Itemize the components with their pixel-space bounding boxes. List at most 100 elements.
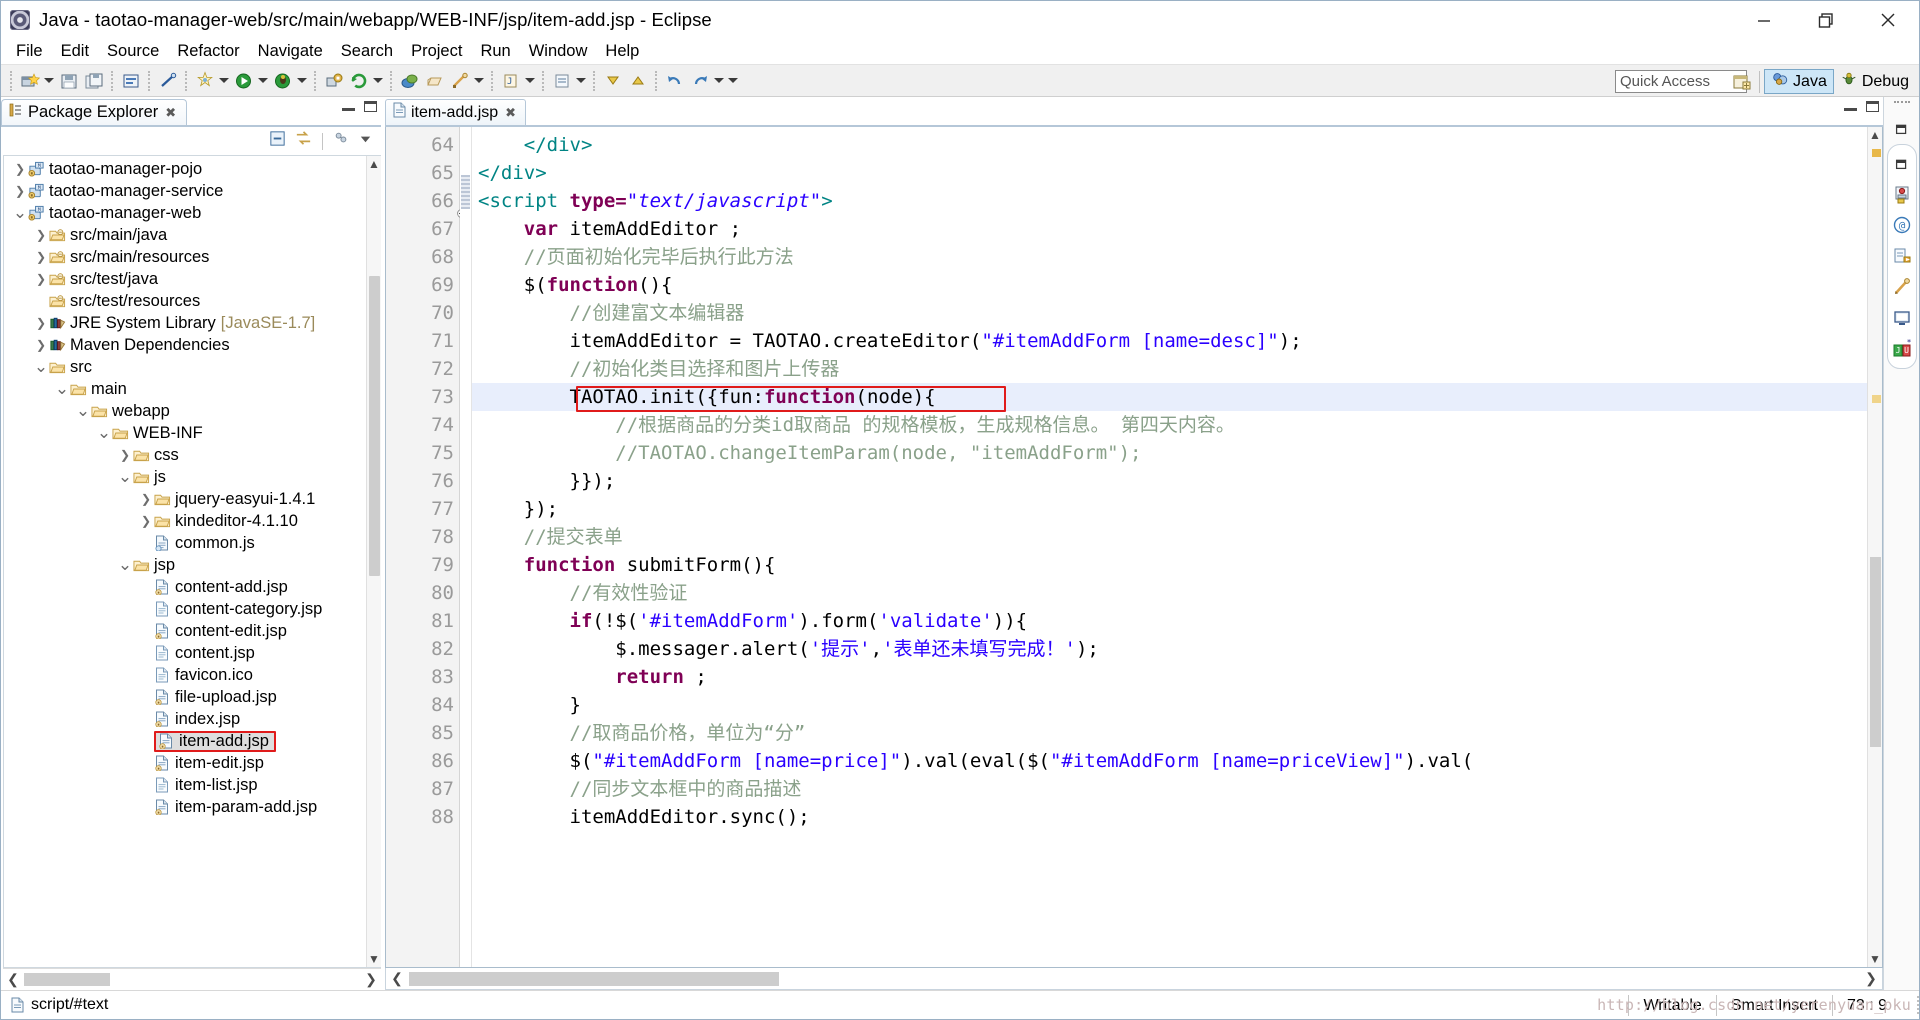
save-icon[interactable] <box>57 69 80 92</box>
code-line-current[interactable]: TAOTAO.init({fun:function(node){ <box>472 383 1867 411</box>
tree-hscroll-thumb[interactable] <box>24 973 110 986</box>
code-line[interactable]: </div> <box>472 159 1867 187</box>
maximize-view-icon[interactable] <box>364 101 377 112</box>
editor-horizontal-scrollbar[interactable]: ❮ ❯ <box>385 968 1883 990</box>
menu-refactor[interactable]: Refactor <box>168 41 248 62</box>
quick-fix-icon[interactable] <box>156 69 179 92</box>
menu-edit[interactable]: Edit <box>52 41 98 62</box>
tree-item-src-test-resources[interactable]: src/test/resources <box>4 290 366 312</box>
code-line[interactable]: //有效性验证 <box>472 579 1867 607</box>
forward-icon[interactable] <box>688 69 711 92</box>
tree-horizontal-scrollbar[interactable]: ❮ ❯ <box>3 968 381 990</box>
next-annotation-icon[interactable] <box>601 69 624 92</box>
chevron-right-icon[interactable]: ❯ <box>12 184 28 198</box>
at-console-icon[interactable]: @ <box>1888 210 1916 239</box>
chevron-right-icon[interactable]: ❯ <box>33 338 49 352</box>
problems-view-icon[interactable] <box>1888 241 1916 270</box>
chevron-down-icon[interactable]: ⌄ <box>117 468 133 485</box>
scroll-right-icon[interactable]: ❯ <box>361 971 381 988</box>
code-line[interactable]: //TAOTAO.changeItemParam(node, "itemAddF… <box>472 439 1867 467</box>
chevron-right-icon[interactable]: ❯ <box>33 272 49 286</box>
junit-view-icon[interactable]: J U * <box>1888 334 1916 363</box>
code-line[interactable]: }}); <box>472 467 1867 495</box>
tree-item-webapp[interactable]: ⌄ webapp <box>4 400 366 422</box>
tree-item-taotao-manager-web[interactable]: ⌄ Mtaotao-manager-web <box>4 202 366 224</box>
chevron-down-icon[interactable]: ⌄ <box>75 402 91 419</box>
chevron-down-icon[interactable]: ⌄ <box>12 204 28 221</box>
maximize-restore-button[interactable] <box>1795 1 1857 38</box>
open-task-dropdown[interactable] <box>574 70 588 92</box>
restore-icon[interactable] <box>1888 113 1916 142</box>
code-line[interactable]: //提交表单 <box>472 523 1867 551</box>
minimize-button[interactable] <box>1733 1 1795 38</box>
save-all-icon[interactable] <box>82 69 105 92</box>
perspective-debug[interactable]: Debug <box>1834 69 1915 94</box>
external-tools-icon[interactable] <box>322 69 345 92</box>
tree-item-main[interactable]: ⌄ main <box>4 378 366 400</box>
minimize-editor-icon[interactable] <box>1844 107 1857 111</box>
new-class-icon[interactable] <box>448 69 471 92</box>
menu-file[interactable]: File <box>7 41 52 62</box>
chevron-right-icon[interactable]: ❯ <box>12 162 28 176</box>
new-package-icon[interactable] <box>423 69 446 92</box>
code-line[interactable]: $.messager.alert('提示','表单还未填写完成！'); <box>472 635 1867 663</box>
refresh-icon[interactable] <box>347 69 370 92</box>
tree-item-taotao-manager-pojo[interactable]: ❯ Mtaotao-manager-pojo <box>4 158 366 180</box>
run-dropdown[interactable] <box>256 70 270 92</box>
tree-item-js[interactable]: ⌄ js <box>4 466 366 488</box>
code-line[interactable]: //取商品价格，单位为“分” <box>472 719 1867 747</box>
scroll-up-icon[interactable]: ▲ <box>1868 127 1883 143</box>
tree-hscroll-track[interactable] <box>23 973 361 986</box>
search-icon[interactable] <box>193 69 216 92</box>
refresh-dropdown[interactable] <box>371 70 385 92</box>
tree-item-item-add-jsp[interactable]: item-add.jsp <box>4 730 366 752</box>
code-line[interactable]: itemAddEditor = TAOTAO.createEditor("#it… <box>472 327 1867 355</box>
scroll-left-icon[interactable]: ❮ <box>386 970 408 987</box>
menu-project[interactable]: Project <box>402 41 471 62</box>
tree-vertical-scrollbar[interactable]: ▲ ▼ <box>366 156 381 967</box>
tree-item-jsp[interactable]: ⌄ jsp <box>4 554 366 576</box>
print-icon[interactable] <box>119 69 142 92</box>
chevron-right-icon[interactable]: ❯ <box>33 316 49 330</box>
open-task-icon[interactable] <box>550 69 573 92</box>
tree-item-content-jsp[interactable]: content.jsp <box>4 642 366 664</box>
close-icon[interactable]: ✖ <box>165 105 176 121</box>
servers-view-icon[interactable] <box>1888 179 1916 208</box>
search-dropdown[interactable] <box>217 70 231 92</box>
new-wizard-icon[interactable] <box>18 69 41 92</box>
code-line[interactable]: if(!$('#itemAddForm').form('validate')){ <box>472 607 1867 635</box>
scroll-right-icon[interactable]: ❯ <box>1860 970 1882 987</box>
tree-item-kindeditor-4-1-10[interactable]: ❯ kindeditor-4.1.10 <box>4 510 366 532</box>
close-icon[interactable]: ✖ <box>505 105 516 121</box>
run-icon[interactable] <box>232 69 255 92</box>
previous-annotation-icon[interactable] <box>626 69 649 92</box>
view-menu-icon[interactable] <box>332 129 351 153</box>
tab-package-explorer[interactable]: Package Explorer ✖ <box>1 99 188 125</box>
code-line[interactable]: }); <box>472 495 1867 523</box>
scroll-down-icon[interactable]: ▼ <box>1868 951 1883 967</box>
code-line[interactable]: //创建富文本编辑器 <box>472 299 1867 327</box>
tree-item-taotao-manager-service[interactable]: ❯ Mtaotao-manager-service <box>4 180 366 202</box>
collapse-all-icon[interactable] <box>268 129 287 153</box>
menu-run[interactable]: Run <box>471 41 519 62</box>
tree-item-maven-dependencies[interactable]: ❯ Maven Dependencies <box>4 334 366 356</box>
code-line[interactable]: $(function(){ <box>472 271 1867 299</box>
code-line[interactable]: } <box>472 691 1867 719</box>
close-button[interactable] <box>1857 1 1919 38</box>
editor-hscroll-track[interactable] <box>408 971 1860 986</box>
menu-window[interactable]: Window <box>520 41 597 62</box>
editor-hscroll-thumb[interactable] <box>409 971 779 986</box>
tree-item-css[interactable]: ❯ css <box>4 444 366 466</box>
chevron-down-icon[interactable]: ⌄ <box>54 380 70 397</box>
tree-item-content-category-jsp[interactable]: content-category.jsp <box>4 598 366 620</box>
tree-item-src-main-resources[interactable]: ❯ src/main/resources <box>4 246 366 268</box>
chevron-right-icon[interactable]: ❯ <box>117 448 133 462</box>
new-class-dropdown[interactable] <box>472 70 486 92</box>
code-line[interactable]: //根据商品的分类id取商品 的规格模板，生成规格信息。 第四天内容。 <box>472 411 1867 439</box>
code-line[interactable]: //页面初始化完毕后执行此方法 <box>472 243 1867 271</box>
tree-item-jre-system-library[interactable]: ❯ JRE System Library [JavaSE-1.7] <box>4 312 366 334</box>
tree-item-common-js[interactable]: common.js <box>4 532 366 554</box>
fast-view-handle[interactable] <box>1893 101 1910 109</box>
tree-item-item-list-jsp[interactable]: item-list.jsp <box>4 774 366 796</box>
chevron-right-icon[interactable]: ❯ <box>138 492 154 506</box>
